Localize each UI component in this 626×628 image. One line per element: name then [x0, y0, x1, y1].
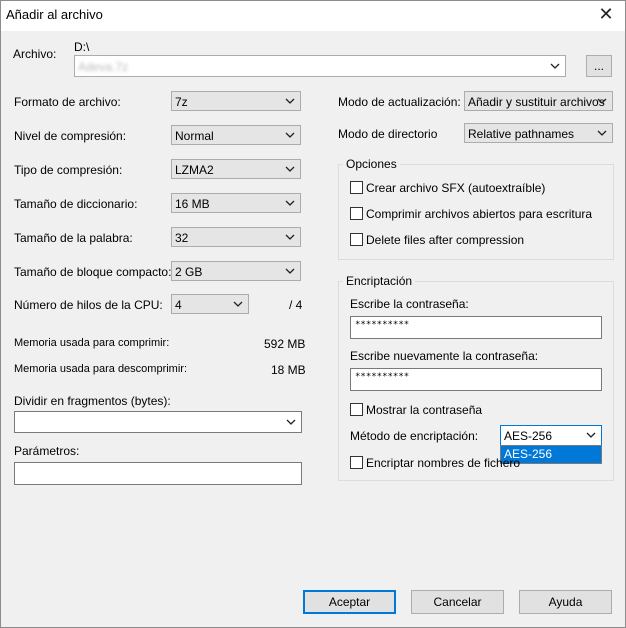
encryption-title: Encriptación	[343, 274, 416, 288]
chevron-down-icon	[233, 301, 243, 307]
split-combobox[interactable]	[14, 411, 302, 433]
update-label: Modo de actualización:	[338, 95, 461, 109]
chevron-down-icon	[285, 234, 295, 240]
options-title: Opciones	[343, 157, 400, 171]
sfx-label: Crear archivo SFX (autoextraíble)	[366, 181, 546, 195]
block-select[interactable]: 2 GB	[171, 261, 301, 281]
threads-select[interactable]: 4	[171, 294, 249, 314]
chevron-down-icon	[597, 98, 607, 104]
show-password-checkbox[interactable]	[350, 403, 363, 416]
open-files-label: Comprimir archivos abiertos para escritu…	[366, 207, 593, 221]
help-button[interactable]: Ayuda	[519, 590, 612, 614]
window-title: Añadir al archivo	[6, 7, 103, 22]
method-select[interactable]: AES-256	[500, 425, 602, 446]
repeat-password-label: Escribe nuevamente la contraseña:	[350, 349, 539, 363]
method-value: AES-256	[504, 429, 553, 443]
password-label: Escribe la contraseña:	[350, 297, 469, 311]
dict-value: 16 MB	[175, 197, 210, 211]
dict-label: Tamaño de diccionario:	[14, 197, 138, 211]
mem-compress-label: Memoria usada para comprimir:	[14, 337, 170, 349]
archive-filename: Adeva.7z	[78, 60, 129, 74]
dict-select[interactable]: 16 MB	[171, 193, 301, 213]
type-label: Tipo de compresión:	[14, 163, 123, 177]
password-input[interactable]: **********	[350, 316, 602, 339]
format-value: 7z	[175, 95, 188, 109]
update-select[interactable]: Añadir y sustituir archivos	[464, 91, 613, 111]
archive-name-combobox[interactable]: Adeva.7z	[74, 55, 566, 77]
dirmode-label: Modo de directorio	[338, 127, 438, 141]
format-label: Formato de archivo:	[14, 95, 121, 109]
level-select[interactable]: Normal	[171, 125, 301, 145]
chevron-down-icon	[285, 166, 295, 172]
params-label: Parámetros:	[14, 444, 80, 458]
delete-files-checkbox[interactable]	[350, 233, 363, 246]
threads-label: Número de hilos de la CPU:	[14, 298, 163, 312]
level-label: Nivel de compresión:	[14, 129, 127, 143]
open-files-checkbox[interactable]	[350, 207, 363, 220]
chevron-down-icon	[285, 98, 295, 104]
browse-button[interactable]: ...	[586, 55, 612, 77]
word-label: Tamaño de la palabra:	[14, 231, 133, 245]
chevron-down-icon	[586, 432, 596, 438]
dirmode-select[interactable]: Relative pathnames	[464, 123, 613, 143]
split-label: Dividir en fragmentos (bytes):	[14, 394, 171, 408]
params-input[interactable]	[14, 462, 302, 485]
chevron-down-icon	[597, 130, 607, 136]
repeat-password-value: **********	[355, 372, 410, 382]
chevron-down-icon	[550, 63, 560, 69]
mem-compress-value: 592 MB	[264, 337, 306, 351]
chevron-down-icon	[286, 419, 296, 425]
type-select[interactable]: LZMA2	[171, 159, 301, 179]
password-value: **********	[355, 320, 410, 330]
sfx-checkbox[interactable]	[350, 181, 363, 194]
close-icon[interactable]: ✕	[595, 3, 617, 25]
encrypt-names-checkbox[interactable]	[350, 456, 363, 469]
dirmode-value: Relative pathnames	[468, 127, 575, 141]
level-value: Normal	[175, 129, 214, 143]
repeat-password-input[interactable]: **********	[350, 368, 602, 391]
add-to-archive-dialog: Añadir al archivo ✕ Archivo: D:\ Adeva.7…	[0, 0, 626, 628]
mem-decompress-value: 18 MB	[271, 363, 306, 377]
show-password-label: Mostrar la contraseña	[366, 403, 483, 417]
block-value: 2 GB	[175, 265, 203, 279]
format-select[interactable]: 7z	[171, 91, 301, 111]
chevron-down-icon	[285, 268, 295, 274]
encrypt-names-label: Encriptar nombres de fichero	[366, 456, 521, 470]
block-label: Tamaño de bloque compacto:	[14, 265, 172, 279]
threads-max: / 4	[289, 298, 303, 312]
word-value: 32	[175, 231, 189, 245]
archive-label: Archivo:	[13, 47, 57, 61]
ok-button[interactable]: Aceptar	[303, 590, 396, 614]
delete-files-label: Delete files after compression	[366, 233, 525, 247]
chevron-down-icon	[285, 132, 295, 138]
method-label: Método de encriptación:	[350, 429, 479, 443]
threads-value: 4	[175, 298, 182, 312]
type-value: LZMA2	[175, 163, 214, 177]
word-select[interactable]: 32	[171, 227, 301, 247]
update-value: Añadir y sustituir archivos	[468, 95, 605, 109]
cancel-button[interactable]: Cancelar	[411, 590, 504, 614]
title-bar: Añadir al archivo ✕	[1, 1, 625, 31]
archive-path: D:\	[74, 40, 90, 54]
mem-decompress-label: Memoria usada para descomprimir:	[14, 363, 188, 375]
chevron-down-icon	[285, 200, 295, 206]
